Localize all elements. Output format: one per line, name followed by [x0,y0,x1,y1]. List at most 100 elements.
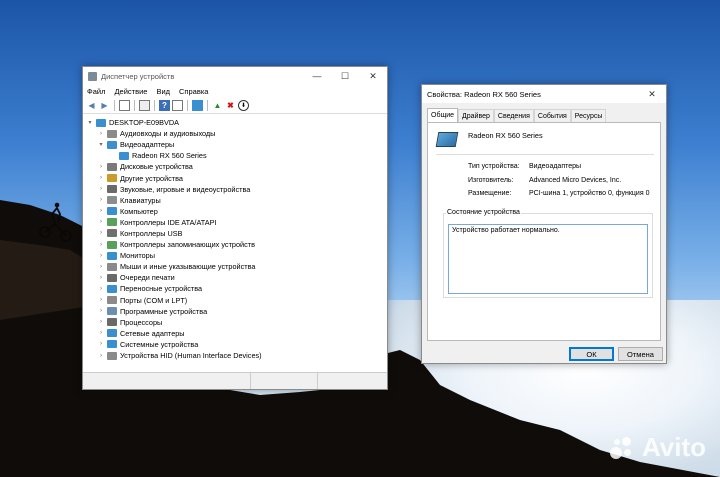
tree-category-label: Системные устройства [120,339,199,349]
menu-view[interactable]: Вид [156,87,170,96]
status-bar [83,372,387,389]
expand-chevron-icon[interactable]: › [97,353,105,359]
properties-icon[interactable] [139,100,150,111]
tree-root-computer[interactable]: ▾ DESKTOP-E09BVDA [83,117,387,128]
avito-wordmark: Avito [641,432,706,462]
expand-chevron-icon[interactable]: › [97,275,105,281]
tree-category[interactable]: › Системные устройства [83,339,387,350]
speaker-icon [107,129,117,138]
expand-chevron-icon[interactable]: › [97,219,105,225]
close-button[interactable]: ✕ [359,67,387,85]
expand-chevron-icon[interactable]: › [97,319,105,325]
expand-chevron-icon[interactable]: › [97,308,105,314]
tree-category-label: Аудиовходы и аудиовыходы [120,129,216,139]
mouse-icon [107,262,117,271]
tree-category[interactable]: › Переносные устройства [83,283,387,294]
tree-category[interactable]: › Клавиатуры [83,195,387,206]
expand-chevron-icon[interactable]: › [97,197,105,203]
tree-category-label: Дисковые устройства [120,162,193,172]
scan-hardware-icon[interactable] [192,100,203,111]
tree-category[interactable]: › Звуковые, игровые и видеоустройства [83,184,387,195]
display-adapter-icon [107,140,117,149]
properties-titlebar[interactable]: Свойства: Radeon RX 560 Series ✕ [422,85,666,103]
back-arrow-icon[interactable]: ◀ [86,100,97,111]
expand-chevron-icon[interactable]: › [97,297,105,303]
tree-category-label: Мыши и иные указывающие устройства [120,262,256,272]
cancel-button[interactable]: Отмена [618,347,663,361]
expand-chevron-icon[interactable]: › [97,242,105,248]
device-name: Radeon RX 560 Series [468,131,543,140]
tree-category-label: Контроллеры IDE ATA/ATAPI [120,217,217,227]
dialog-title: Свойства: Radeon RX 560 Series [427,89,541,99]
expand-chevron-icon[interactable]: › [97,264,105,270]
disable-device-icon[interactable]: ⬇ [238,100,249,111]
tab-driver[interactable]: Драйвер [458,109,494,122]
storage-controller-icon [107,240,117,249]
expand-chevron-icon[interactable]: › [97,131,105,137]
expand-chevron-icon[interactable]: › [97,164,105,170]
device-manager-titlebar[interactable]: Диспетчер устройств — ☐ ✕ [83,67,387,85]
tab-resources[interactable]: Ресурсы [570,109,607,122]
ok-button[interactable]: ОК [569,347,614,361]
portable-device-icon [107,284,117,293]
device-type-value: Видеоадаптеры [529,163,582,170]
device-status-label: Состояние устройства [446,209,521,216]
tree-category-label: Очереди печати [120,273,175,283]
tab-events[interactable]: События [533,109,571,122]
avito-watermark: Avito [608,432,706,463]
maximize-button[interactable]: ☐ [331,67,359,85]
close-button[interactable]: ✕ [638,85,666,103]
expand-chevron-icon[interactable]: › [97,186,105,192]
expand-chevron-icon[interactable]: › [97,330,105,336]
tree-category[interactable]: › Дисковые устройства [83,161,387,172]
collapse-chevron-icon[interactable]: ▾ [97,141,105,148]
update-driver-icon[interactable]: ▲ [212,100,223,111]
unknown-device-icon [107,174,117,183]
tree-category[interactable]: › Другие устройства [83,172,387,183]
tree-category[interactable]: › Устройства HID (Human Interface Devices… [83,350,387,361]
device-manager-app-icon [88,71,97,81]
tree-category-label: Контроллеры запоминающих устройств [120,240,255,250]
computer-icon [107,207,117,216]
tree-category[interactable]: › Мыши и иные указывающие устройства [83,261,387,272]
tree-category[interactable]: › Порты (COM и LPT) [83,295,387,306]
view-resources-icon[interactable] [172,100,183,111]
minimize-button[interactable]: — [303,67,331,85]
tree-category[interactable]: › Контроллеры IDE ATA/ATAPI [83,217,387,228]
show-hide-tree-icon[interactable] [119,100,130,111]
device-status-textbox[interactable]: Устройство работает нормально. [448,224,648,294]
menu-action[interactable]: Действие [114,87,147,96]
tree-category[interactable]: › Программные устройства [83,306,387,317]
tree-category[interactable]: › Очереди печати [83,272,387,283]
tree-category[interactable]: › Контроллеры USB [83,228,387,239]
help-icon[interactable]: ? [159,100,170,111]
tab-general[interactable]: Общие [427,108,459,122]
tree-category[interactable]: ▾ Видеоадаптеры [83,139,387,150]
sound-icon [107,185,117,194]
properties-dialog: Свойства: Radeon RX 560 Series ✕ Общие Д… [421,84,667,364]
collapse-chevron-icon[interactable]: ▾ [86,119,94,126]
menu-help[interactable]: Справка [179,87,208,96]
tree-device[interactable]: Radeon RX 560 Series [83,150,387,161]
status-section [318,373,386,389]
forward-arrow-icon[interactable]: ▶ [99,100,110,111]
status-section [83,373,251,389]
expand-chevron-icon[interactable]: › [97,208,105,214]
expand-chevron-icon[interactable]: › [97,230,105,236]
tree-category[interactable]: › Мониторы [83,250,387,261]
expand-chevron-icon[interactable]: › [97,286,105,292]
tree-category[interactable]: › Сетевые адаптеры [83,328,387,339]
expand-chevron-icon[interactable]: › [97,175,105,181]
tree-category[interactable]: › Аудиовходы и аудиовыходы [83,128,387,139]
tree-category[interactable]: › Процессоры [83,317,387,328]
menu-file[interactable]: Файл [87,87,105,96]
tab-details[interactable]: Сведения [493,109,534,122]
expand-chevron-icon[interactable]: › [97,253,105,259]
expand-chevron-icon[interactable]: › [97,341,105,347]
device-tree: ▾ DESKTOP-E09BVDA › Аудиовходы и аудиовых… [83,115,387,373]
uninstall-x-icon[interactable]: ✖ [225,100,236,111]
display-adapter-device-icon [119,151,129,160]
manufacturer-label: Изготовитель: [468,177,514,184]
tree-category[interactable]: › Контроллеры запоминающих устройств [83,239,387,250]
tree-category[interactable]: › Компьютер [83,206,387,217]
